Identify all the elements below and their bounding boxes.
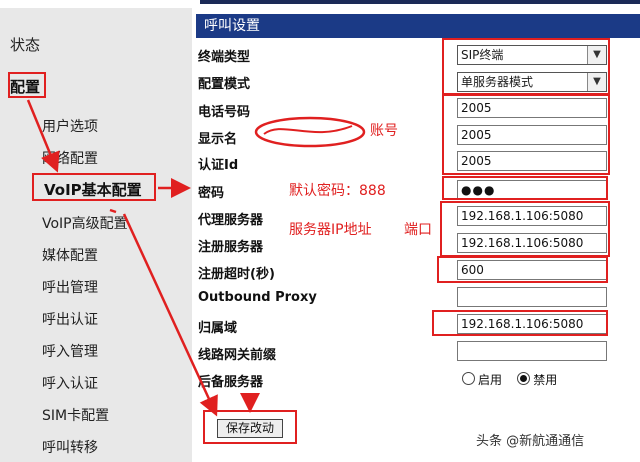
terminal-type-label: 终端类型 <box>198 50 251 65</box>
backup-enable-label: 启用 <box>478 373 503 387</box>
panel-title: 呼叫设置 <box>196 14 640 38</box>
chevron-down-icon: ▼ <box>587 46 606 64</box>
annotation-default-password: 默认密码：888 <box>289 183 386 199</box>
auth-id-label: 认证Id <box>198 158 239 173</box>
backup-server-radio-group: 启用 禁用 <box>462 371 557 388</box>
password-label: 密码 <box>198 186 225 201</box>
save-button[interactable]: 保存改动 <box>217 419 283 438</box>
backup-server-label: 后备服务器 <box>198 375 264 390</box>
annotation-server-ip: 服务器IP地址 <box>289 222 372 238</box>
sidebar-item-status[interactable]: 状态 <box>10 34 40 55</box>
sidebar-item-outgoing[interactable]: 呼出管理 <box>42 277 98 297</box>
register-server-input[interactable]: 192.168.1.106:5080 <box>457 233 607 253</box>
sidebar-item-media[interactable]: 媒体配置 <box>42 245 98 265</box>
top-strip <box>0 0 640 8</box>
terminal-type-select[interactable]: SIP终端 ▼ <box>457 45 607 65</box>
sidebar-item-config[interactable]: 配置 <box>10 76 40 97</box>
proxy-server-label: 代理服务器 <box>198 213 264 228</box>
backup-disable-radio[interactable] <box>517 372 531 385</box>
gateway-prefix-input[interactable] <box>457 341 607 361</box>
backup-enable-radio[interactable] <box>462 372 475 385</box>
outbound-proxy-input[interactable] <box>457 287 607 307</box>
proxy-server-input[interactable]: 192.168.1.106:5080 <box>457 206 607 226</box>
sidebar-item-user-options[interactable]: 用户选项 <box>42 116 98 136</box>
sidebar-item-incoming-auth[interactable]: 呼入认证 <box>42 373 98 393</box>
display-name-input[interactable]: 2005 <box>457 125 607 145</box>
register-timeout-label: 注册超时(秒) <box>198 267 275 282</box>
sidebar-item-incoming[interactable]: 呼入管理 <box>42 341 98 361</box>
home-domain-label: 归属域 <box>198 321 238 336</box>
watermark: 头条 @新航通通信 <box>476 434 585 449</box>
sidebar-item-outgoing-auth[interactable]: 呼出认证 <box>42 309 98 329</box>
gateway-prefix-label: 线路网关前缀 <box>198 348 277 363</box>
annotation-account: 账号 <box>370 123 398 139</box>
phone-number-label: 电话号码 <box>198 105 251 120</box>
home-domain-input[interactable]: 192.168.1.106:5080 <box>457 314 607 334</box>
auth-id-input[interactable]: 2005 <box>457 151 607 171</box>
backup-disable-label: 禁用 <box>533 373 558 387</box>
password-input[interactable]: ●●● <box>457 180 607 200</box>
register-server-label: 注册服务器 <box>198 240 264 255</box>
display-name-label: 显示名 <box>198 132 238 147</box>
config-mode-value: 单服务器模式 <box>461 75 534 89</box>
phone-number-input[interactable]: 2005 <box>457 98 607 118</box>
sidebar-item-network[interactable]: 网络配置 <box>42 148 98 168</box>
sidebar-item-voip-advanced[interactable]: VoIP高级配置 <box>42 213 128 233</box>
sidebar-item-voip-basic[interactable]: VoIP基本配置 <box>44 179 142 200</box>
sidebar-item-call-forward[interactable]: 呼叫转移 <box>42 437 98 457</box>
register-timeout-input[interactable]: 600 <box>457 260 607 280</box>
sidebar-item-sim[interactable]: SIM卡配置 <box>42 405 109 425</box>
chevron-down-icon: ▼ <box>587 73 606 91</box>
scribble-mark <box>254 116 366 148</box>
config-mode-label: 配置模式 <box>198 77 251 92</box>
config-mode-select[interactable]: 单服务器模式 ▼ <box>457 72 607 92</box>
terminal-type-value: SIP终端 <box>461 48 504 62</box>
annotation-port: 端口 <box>404 222 432 238</box>
outbound-proxy-label: Outbound Proxy <box>198 290 317 305</box>
top-dark-band <box>200 0 640 4</box>
